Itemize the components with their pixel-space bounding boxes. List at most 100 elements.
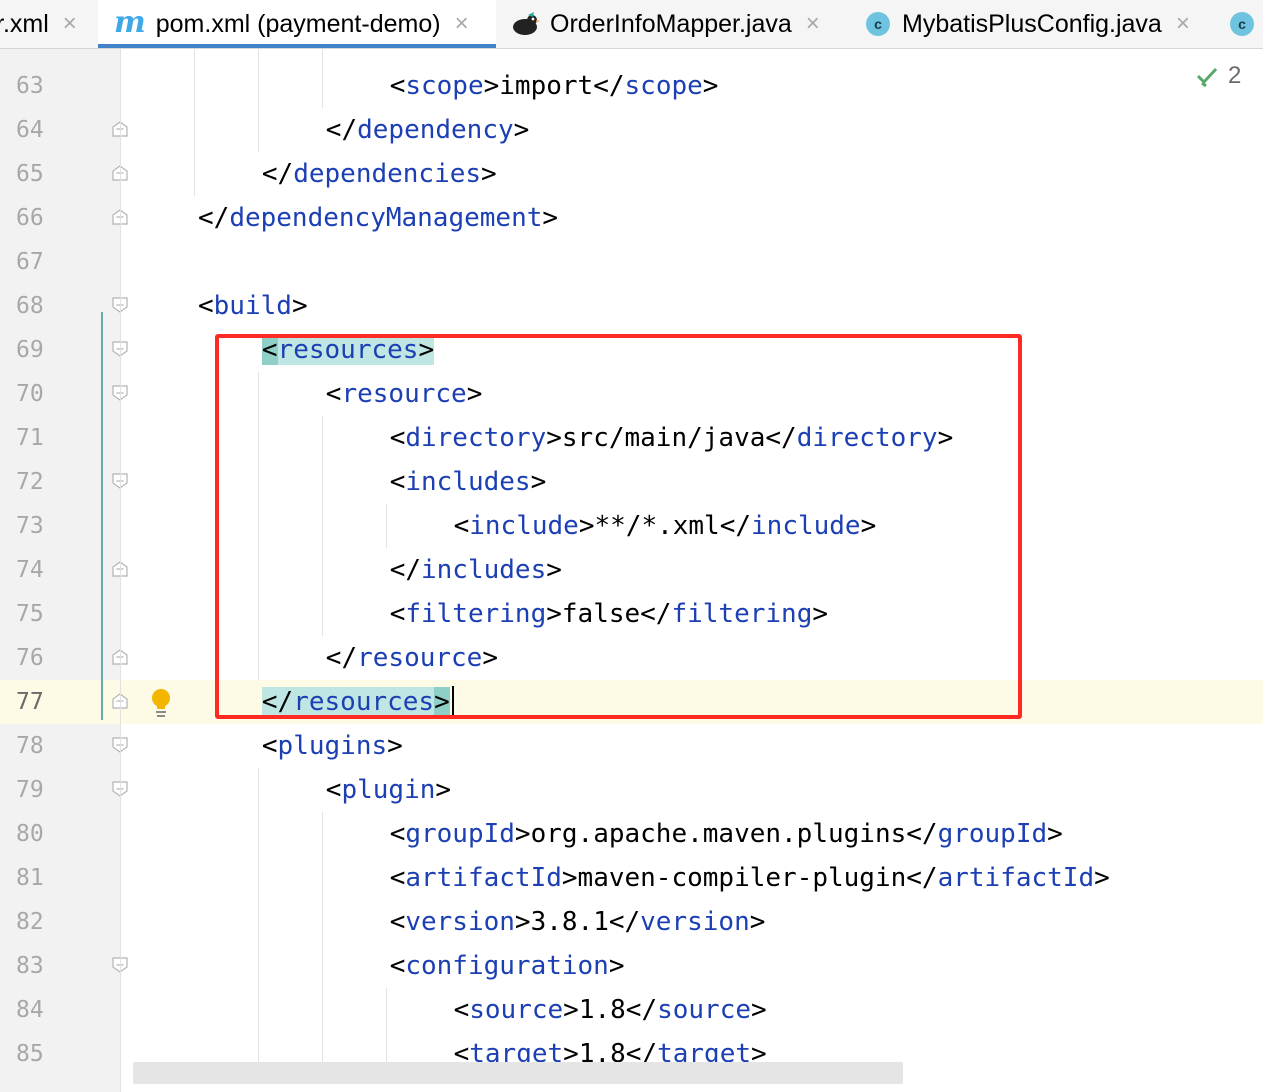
xml-tag-name: plugins [277,731,388,761]
indent-guide [258,768,259,1076]
code-token: >1.8</ [563,995,658,1025]
code-line[interactable]: 64 </dependency> [0,108,1263,152]
code-text[interactable]: <scope>import</scope> [390,64,719,108]
code-text[interactable]: </dependencyManagement> [198,196,558,240]
line-number: 84 [16,997,44,1023]
close-icon[interactable]: × [455,10,469,38]
line-number-cell: 67 [0,240,120,284]
code-text[interactable]: <source>1.8</source> [454,988,767,1032]
line-number: 71 [16,425,44,451]
tab-overflow-class[interactable]: c [1230,0,1263,48]
xml-tag-name: version [640,907,750,937]
code-token: > [542,203,559,233]
code-line[interactable]: 80 <groupId>org.apache.maven.plugins</gro… [0,812,1263,856]
xml-tag-name: configuration [405,951,609,981]
line-number: 80 [16,821,44,847]
code-token: < [389,819,406,849]
xml-tag-name: version [405,907,515,937]
code-token: < [325,775,342,805]
tab-label: r.xml [0,9,49,38]
line-number-cell: 63 [0,64,120,108]
code-text[interactable]: <configuration> [390,944,625,988]
line-number-cell: 79 [0,768,120,812]
code-token: > [435,775,452,805]
code-token: > [749,907,766,937]
line-number: 78 [16,733,44,759]
indent-guide [322,812,323,1076]
code-text[interactable]: <version>3.8.1</version> [390,900,766,944]
line-number: 68 [16,293,44,319]
line-number: 75 [16,601,44,627]
code-text[interactable]: <groupId>org.apache.maven.plugins</group… [390,812,1063,856]
line-number: 64 [16,117,44,143]
code-line[interactable]: 81 <artifactId>maven-compiler-plugin</art… [0,856,1263,900]
line-number-cell: 84 [0,988,120,1032]
code-editor[interactable]: 63 <scope>import</scope> 64 </dependency> 65… [0,49,1263,1092]
tab-label: MybatisPlusConfig.java [902,9,1162,38]
code-token: >org.apache.maven.plugins</ [514,819,938,849]
code-line[interactable]: 67 [0,240,1263,284]
code-text[interactable]: <artifactId>maven-compiler-plugin</artif… [390,856,1110,900]
line-number: 85 [16,1041,44,1067]
code-token: >3.8.1</ [514,907,641,937]
code-text[interactable]: </dependencies> [262,152,497,196]
line-number: 82 [16,909,44,935]
tab-pom-xml[interactable]: m pom.xml (payment-demo) × [98,0,496,48]
line-number-cell: 82 [0,900,120,944]
code-token: </ [261,159,294,189]
xml-tag-name: dependency [357,115,514,145]
mybatis-bird-icon [513,12,540,35]
close-icon[interactable]: × [1176,10,1190,38]
code-token: < [389,951,406,981]
code-line[interactable]: 82 <version>3.8.1</version> [0,900,1263,944]
inspection-count: 2 [1228,62,1242,89]
code-token: > [387,731,403,761]
xml-tag-name: scope [624,71,703,101]
code-text[interactable]: <plugin> [326,768,451,812]
line-number: 79 [16,777,44,803]
xml-tag-name: groupId [405,819,515,849]
line-number: 72 [16,469,44,495]
indent-guide [258,49,259,152]
tab-label: pom.xml (payment-demo) [155,9,441,38]
code-text[interactable]: <build> [198,284,308,328]
code-line[interactable]: 63 <scope>import</scope> [0,64,1263,108]
tab-router-xml[interactable]: r.xml × [0,0,91,48]
code-text[interactable]: <plugins> [262,724,403,768]
close-icon[interactable]: × [63,10,77,38]
line-number-cell: 83 [0,944,120,988]
code-token: < [389,71,406,101]
line-number-cell: 85 [0,1032,120,1076]
line-number-cell: 80 [0,812,120,856]
line-number: 63 [16,73,44,99]
close-icon[interactable]: × [806,10,820,38]
code-line[interactable]: 79 <plugin> [0,768,1263,812]
line-number: 74 [16,557,44,583]
code-token: </ [198,203,230,233]
tab-mybatis-plus-config[interactable]: c MybatisPlusConfig.java × [866,0,1206,48]
vcs-change-marker[interactable] [101,312,103,720]
indent-guide [322,49,323,108]
code-line[interactable]: 84 <source>1.8</source> [0,988,1263,1032]
line-number: 83 [16,953,44,979]
tab-order-info-mapper[interactable]: OrderInfoMapper.java × [510,0,840,48]
code-line[interactable]: 65 </dependencies> [0,152,1263,196]
tab-label: OrderInfoMapper.java [550,9,792,38]
editor-tab-bar: r.xml × m pom.xml (payment-demo) × Order… [0,0,1263,49]
line-number-cell: 78 [0,724,120,768]
code-line[interactable]: 68 <build> [0,284,1263,328]
code-line[interactable]: 66 </dependencyManagement> [0,196,1263,240]
inspection-widget[interactable]: 2 [1196,62,1241,90]
gutter-divider [120,49,121,1092]
horizontal-scrollbar[interactable] [133,1062,903,1084]
intention-bulb-icon[interactable] [149,688,173,718]
xml-tag-name: build [213,291,292,321]
code-line[interactable]: 83 <configuration> [0,944,1263,988]
xml-tag-name: groupId [937,819,1048,849]
code-line[interactable]: 78 <plugins> [0,724,1263,768]
annotation-highlight-box [215,334,1022,719]
class-icon: c [1230,12,1254,36]
line-number: 73 [16,513,44,539]
code-token: > [1094,863,1110,893]
code-text[interactable]: </dependency> [326,108,530,152]
